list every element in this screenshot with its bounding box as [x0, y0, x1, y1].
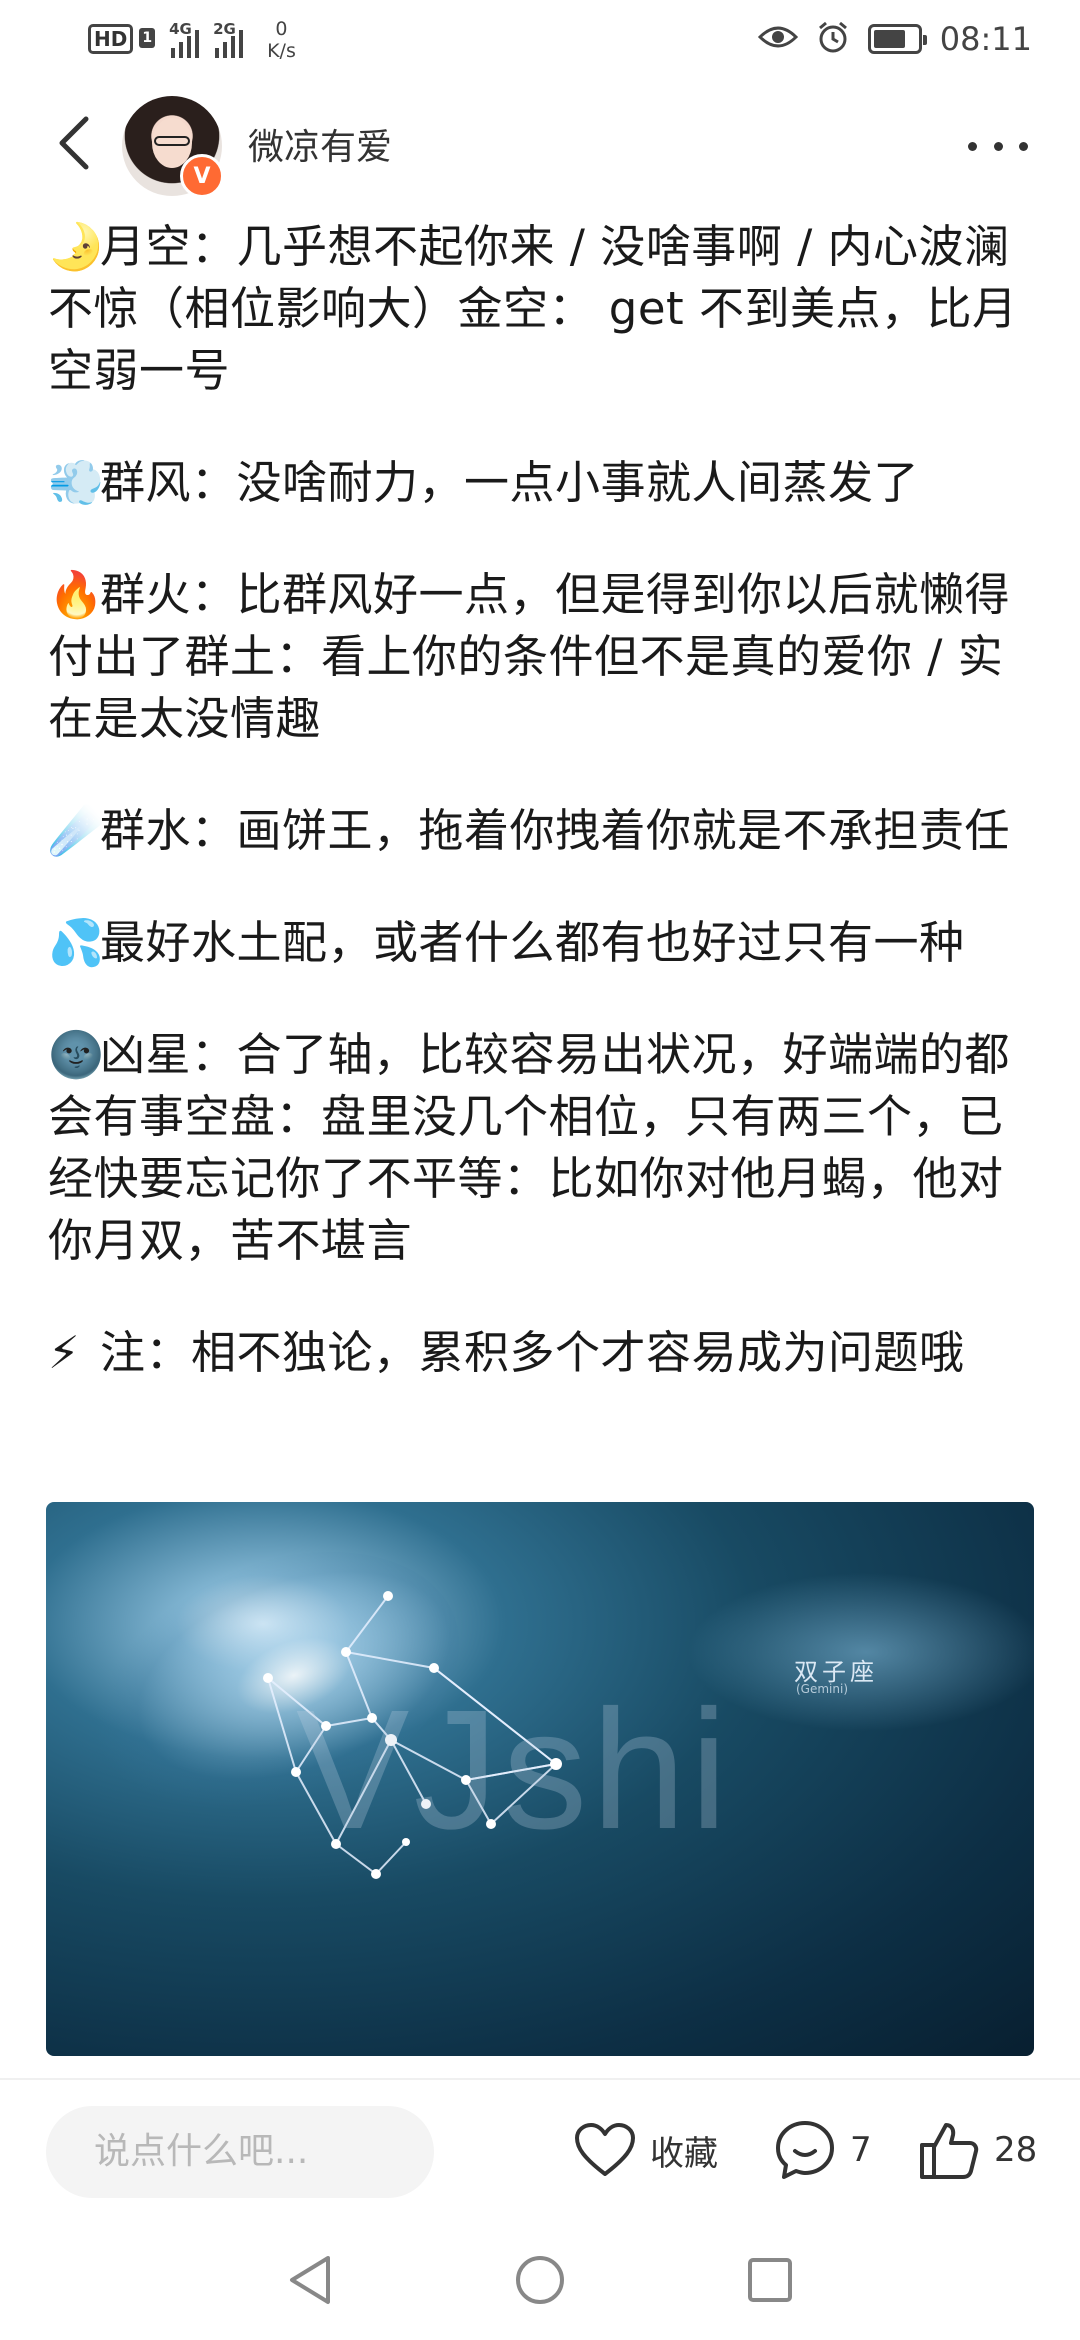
- comment-count: 7: [850, 2130, 872, 2170]
- paragraph-fire: 🔥群火：比群风好一点，但是得到你以后就懒得付出了群土：看上你的条件但不是真的爱你…: [48, 564, 1034, 750]
- square-recents-icon: [748, 2258, 792, 2302]
- triangle-back-icon: [290, 2256, 330, 2304]
- favorite-label: 收藏: [650, 2133, 718, 2174]
- hd-badge: HD: [88, 24, 134, 54]
- comet-icon: ☄️: [48, 804, 105, 857]
- system-nav-bar: [0, 2218, 1080, 2340]
- paragraph-text: 注：相不独论，累积多个才容易成为问题哦: [100, 1326, 965, 1379]
- post-image[interactable]: VJshi 双子座 (Gemini): [46, 1502, 1034, 2056]
- status-bar: HD 1 4G 2G 0 K/s 08:11: [0, 0, 1080, 84]
- thumbs-up-icon: [920, 2123, 979, 2179]
- comment-button[interactable]: 7: [774, 2110, 872, 2190]
- battery-icon: [867, 24, 927, 54]
- network-type-2g: 2G: [213, 20, 236, 38]
- net-speed: 0 K/s: [267, 18, 296, 62]
- paragraph-best-match: 💦最好水土配，或者什么都有也好过只有一种: [48, 912, 1034, 974]
- like-count: 28: [994, 2130, 1038, 2170]
- paragraph-text: 最好水土配，或者什么都有也好过只有一种: [100, 916, 965, 969]
- circle-home-icon: [516, 2256, 564, 2304]
- crescent-moon-icon: 🌛: [48, 220, 105, 273]
- paragraph-moon-empty: 🌛月空：几乎想不起你来 / 没啥事啊 / 内心波澜不惊（相位影响大）金空： ge…: [48, 216, 1034, 402]
- comment-input[interactable]: 说点什么吧...: [46, 2106, 434, 2198]
- net-speed-value: 0: [275, 18, 288, 40]
- comment-bubble-icon: [776, 2121, 834, 2179]
- signal-4g-icon: 4G: [169, 18, 200, 58]
- dot-icon: [968, 141, 977, 151]
- paragraph-note: ⚡ 注：相不独论，累积多个才容易成为问题哦: [48, 1322, 1034, 1384]
- signal-2g-icon: 2G: [213, 18, 244, 58]
- bottom-action-bar: 说点什么吧... 收藏 7 28: [0, 2078, 1080, 2218]
- paragraph-text: 群水：画饼王，拖着你拽着你就是不承担责任: [100, 804, 1011, 857]
- nav-home-button[interactable]: [512, 2252, 568, 2308]
- post-header: V 微凉有爱: [0, 88, 1080, 200]
- droplets-icon: 💦: [48, 916, 105, 969]
- sim-slot-icon: 1: [139, 28, 156, 48]
- battery-fill: [873, 30, 906, 48]
- paragraph-text: 群风：没啥耐力，一点小事就人间蒸发了: [100, 456, 920, 509]
- avatar-glasses: [154, 136, 190, 146]
- heart-icon: [575, 2123, 635, 2176]
- status-left: HD 1 4G 2G 0 K/s: [88, 18, 296, 62]
- paragraph-text: 月空：几乎想不起你来 / 没啥事啊 / 内心波澜不惊（相位影响大）金空： get…: [48, 220, 1018, 397]
- wind-icon: 💨: [48, 456, 105, 509]
- clock: 08:11: [939, 20, 1032, 58]
- paragraph-text: 群火：比群风好一点，但是得到你以后就懒得付出了群土：看上你的条件但不是真的爱你 …: [48, 568, 1011, 745]
- paragraph-air: 💨群风：没啥耐力，一点小事就人间蒸发了: [48, 452, 1034, 514]
- network-type-4g: 4G: [169, 20, 192, 38]
- status-right: 08:11: [757, 20, 1032, 58]
- post-body: 🌛月空：几乎想不起你来 / 没啥事啊 / 内心波澜不惊（相位影响大）金空： ge…: [48, 216, 1034, 1434]
- alarm-icon: [816, 20, 850, 58]
- image-watermark: VJshi: [296, 1675, 732, 1865]
- username[interactable]: 微凉有爱: [248, 118, 392, 170]
- paragraph-water: ☄️群水：画饼王，拖着你拽着你就是不承担责任: [48, 800, 1034, 862]
- new-moon-face-icon: 🌚: [48, 1028, 105, 1081]
- favorite-button[interactable]: 收藏: [574, 2110, 718, 2190]
- like-button[interactable]: 28: [918, 2110, 1037, 2190]
- lightning-icon: ⚡: [48, 1326, 81, 1379]
- paragraph-text: 凶星：合了轴，比较容易出状况，好端端的都会有事空盘：盘里没几个相位，只有两三个，…: [48, 1028, 1011, 1267]
- back-button[interactable]: [44, 110, 104, 176]
- more-options-button[interactable]: [968, 126, 1028, 166]
- net-speed-unit: K/s: [267, 40, 296, 62]
- chevron-left-icon: [59, 116, 89, 170]
- fire-icon: 🔥: [48, 568, 105, 621]
- nav-recents-button[interactable]: [742, 2252, 798, 2308]
- paragraph-malefic: 🌚凶星：合了轴，比较容易出状况，好端端的都会有事空盘：盘里没几个相位，只有两三个…: [48, 1024, 1034, 1272]
- constellation-sublabel: (Gemini): [796, 1682, 849, 1696]
- dot-icon: [1019, 141, 1028, 151]
- vip-badge: V: [180, 154, 224, 198]
- eye-icon: [757, 23, 798, 55]
- dot-icon: [993, 141, 1003, 151]
- nav-back-button[interactable]: [282, 2252, 338, 2308]
